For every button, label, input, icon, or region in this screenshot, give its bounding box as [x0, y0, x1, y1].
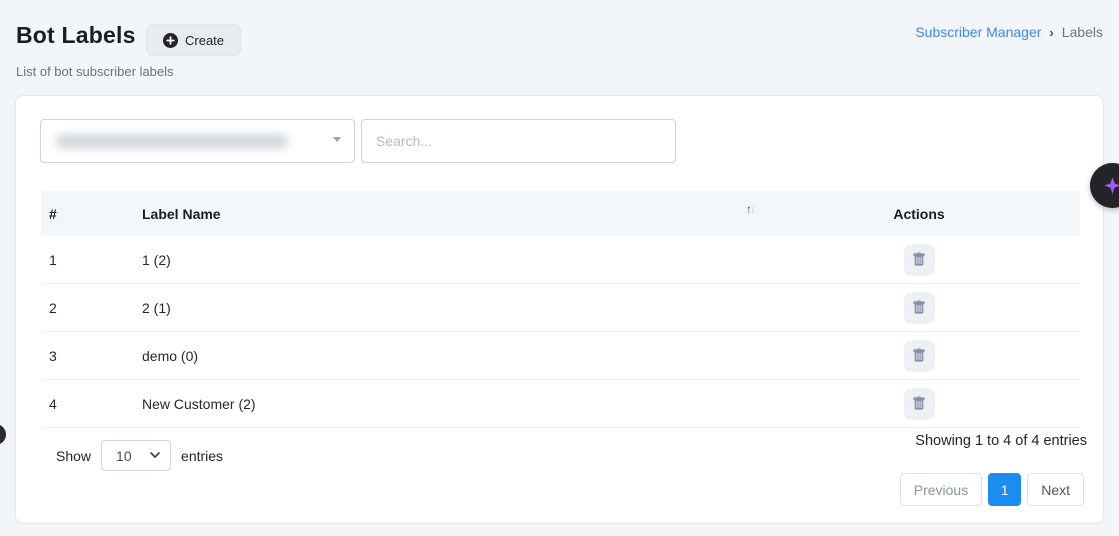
column-header-actions: Actions: [758, 206, 1080, 222]
row-label: 2 (1): [134, 300, 758, 316]
table-header-row: # Label Name ↑↓ Actions: [41, 191, 1080, 236]
bot-labels-page: Bot Labels Create List of bot subscriber…: [0, 0, 1119, 536]
column-header-label-name[interactable]: Label Name ↑↓: [134, 191, 758, 236]
caret-down-icon: [333, 137, 341, 142]
table-footer: Show 10 entries Showing 1 to 4 of 4 entr…: [41, 428, 1087, 468]
labels-card: # Label Name ↑↓ Actions 1 1 (2): [15, 95, 1104, 524]
breadcrumb-current: Labels: [1062, 24, 1103, 40]
row-index: 3: [41, 348, 134, 364]
pagination-page-1-button[interactable]: 1: [988, 473, 1021, 506]
page-subtitle: List of bot subscriber labels: [16, 64, 174, 79]
row-label: New Customer (2): [134, 396, 758, 412]
delete-button[interactable]: [904, 388, 935, 420]
trash-icon: [912, 252, 926, 267]
labels-table: # Label Name ↑↓ Actions 1 1 (2): [41, 191, 1080, 428]
entries-summary: Showing 1 to 4 of 4 entries: [915, 433, 1087, 449]
bot-select-redacted-value: [56, 134, 288, 149]
table-row: 4 New Customer (2): [41, 380, 1080, 428]
pagination: Previous 1 Next: [900, 473, 1084, 506]
show-label: Show: [56, 448, 91, 464]
create-button-label: Create: [185, 33, 224, 48]
row-label: 1 (2): [134, 252, 758, 268]
pagination-previous-button[interactable]: Previous: [900, 473, 982, 506]
column-header-index: #: [41, 206, 134, 222]
breadcrumb-separator-icon: ›: [1049, 25, 1053, 40]
page-size-value: 10: [116, 448, 132, 464]
sort-icon[interactable]: ↑↓: [746, 203, 754, 215]
left-edge-widget[interactable]: [0, 424, 6, 445]
table-row: 3 demo (0): [41, 332, 1080, 380]
row-label: demo (0): [134, 348, 758, 364]
plus-circle-icon: [163, 33, 178, 48]
show-entries-control: Show 10 entries: [56, 440, 223, 471]
breadcrumb: Subscriber Manager › Labels: [915, 24, 1103, 40]
row-index: 4: [41, 396, 134, 412]
table-row: 1 1 (2): [41, 236, 1080, 284]
table-row: 2 2 (1): [41, 284, 1080, 332]
page-title: Bot Labels: [16, 22, 136, 49]
create-button[interactable]: Create: [146, 24, 241, 56]
search-input[interactable]: [361, 119, 676, 163]
bot-select-dropdown[interactable]: [40, 119, 355, 163]
pagination-next-button[interactable]: Next: [1027, 473, 1084, 506]
sort-desc-arrow-icon: ↓: [750, 202, 754, 216]
chevron-down-icon: [150, 452, 160, 459]
breadcrumb-link-subscriber-manager[interactable]: Subscriber Manager: [915, 24, 1041, 40]
trash-icon: [912, 396, 926, 411]
entries-label: entries: [181, 448, 223, 464]
trash-icon: [912, 348, 926, 363]
sparkle-icon: [1102, 175, 1119, 196]
page-size-select[interactable]: 10: [101, 440, 171, 471]
delete-button[interactable]: [904, 340, 935, 372]
row-index: 2: [41, 300, 134, 316]
row-index: 1: [41, 252, 134, 268]
column-header-label-name-text: Label Name: [142, 206, 221, 222]
delete-button[interactable]: [904, 244, 935, 276]
trash-icon: [912, 300, 926, 315]
delete-button[interactable]: [904, 292, 935, 324]
page-header: Bot Labels Create List of bot subscriber…: [16, 20, 1103, 80]
